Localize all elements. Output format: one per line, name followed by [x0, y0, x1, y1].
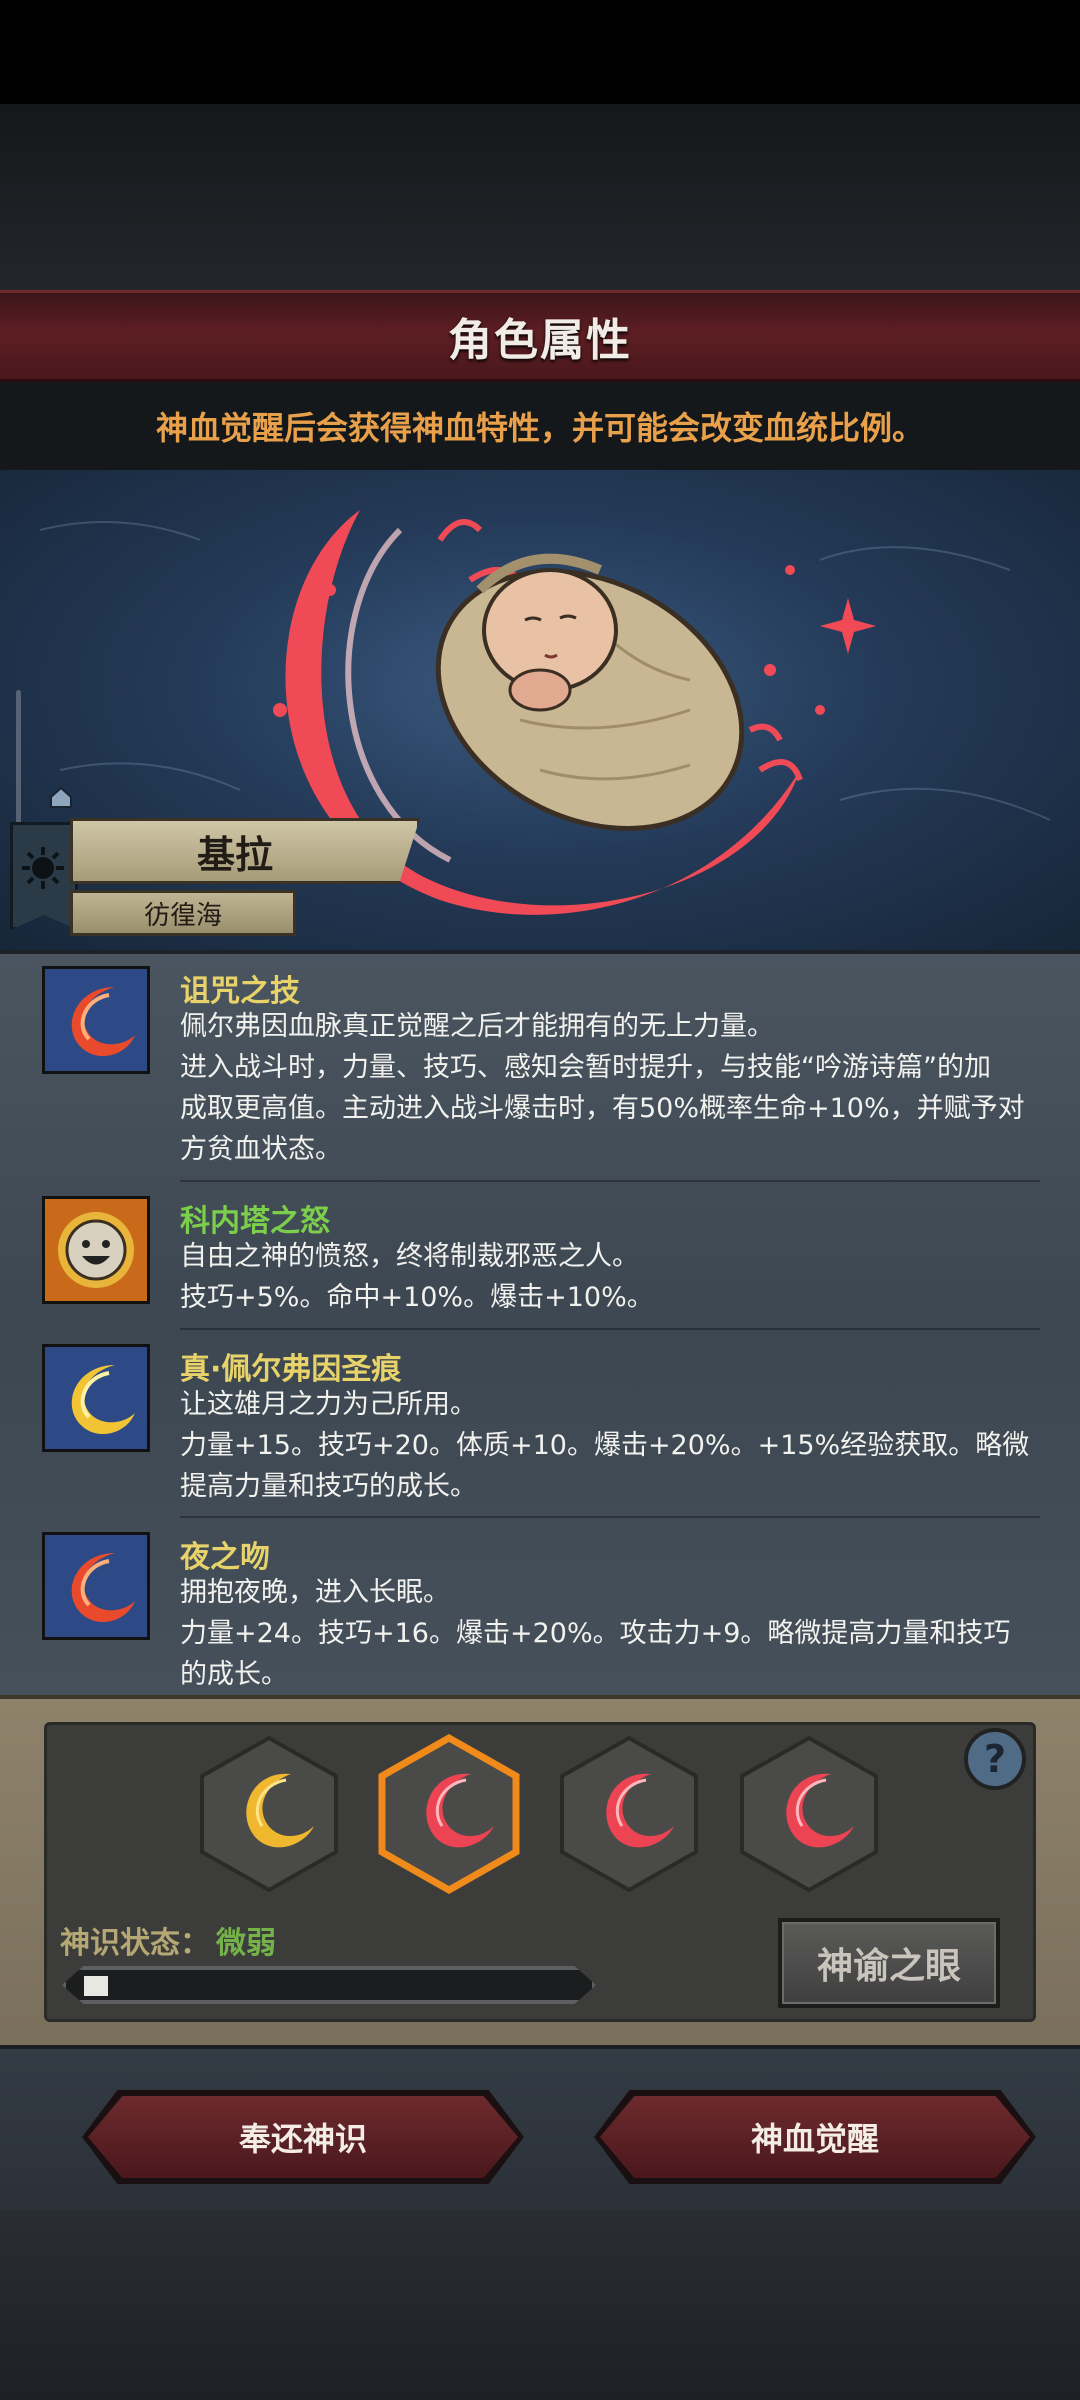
skill-line: 佩尔弗因血脉真正觉醒之后才能拥有的无上力量。 — [180, 1011, 774, 1042]
subtitle-bar: 神血觉醒后会获得神血特性，并可能会改变血统比例。 — [0, 382, 1080, 470]
page-subtitle: 神血觉醒后会获得神血特性，并可能会改变血统比例。 — [155, 409, 924, 447]
background-lower — [0, 2210, 1080, 2400]
skill-line: 自由之神的愤怒，终将制裁邪恶之人。 — [180, 1241, 639, 1272]
skill-line: 拥抱夜晚，进入长眠。 — [180, 1577, 450, 1608]
red-crescent-flame-icon — [42, 1532, 150, 1640]
divider — [180, 1180, 1040, 1182]
character-name: 基拉 — [196, 832, 273, 877]
divine-blood-awaken-button[interactable]: 神血觉醒 — [600, 2096, 1030, 2178]
skill-line: 方贫血状态。 — [180, 1134, 342, 1165]
skill-description: 让这雄月之力为己所用。 力量+15。技巧+20。体质+10。爆击+20%。+15… — [180, 1384, 1040, 1507]
skill-line: 进入战斗时，力量、技巧、感知会暂时提升，与技能“吟游诗篇”的加 — [180, 1052, 991, 1083]
character-name-plate: 基拉 — [70, 818, 420, 884]
skill-line: 技巧+5%。命中+10%。爆击+10%。 — [180, 1282, 654, 1313]
home-icon[interactable] — [48, 784, 74, 810]
background-upper — [0, 104, 1080, 294]
skill-description: 佩尔弗因血脉真正觉醒之后才能拥有的无上力量。 进入战斗时，力量、技巧、感知会暂时… — [180, 1006, 1040, 1170]
red-crescent-gem-slot[interactable] — [556, 1734, 702, 1894]
skill-description: 自由之神的愤怒，终将制裁邪恶之人。 技巧+5%。命中+10%。爆击+10%。 — [180, 1236, 1040, 1318]
red-crescent-flame-icon — [42, 966, 150, 1074]
divine-sense-status-value: 微弱 — [216, 1926, 276, 1961]
skill-line: 成取更高值。主动进入战斗爆击时，有50%概率生命+10%，并赋予对 — [180, 1093, 1025, 1124]
faction-sun-icon — [22, 847, 64, 889]
skill-line: 的成长。 — [180, 1659, 288, 1690]
gold-crescent-gem-slot[interactable] — [196, 1734, 342, 1894]
help-button[interactable]: ? — [964, 1728, 1026, 1790]
smiling-sun-icon — [42, 1196, 150, 1304]
skill-name: 夜之吻 — [180, 1540, 270, 1575]
skill-line: 让这雄月之力为己所用。 — [180, 1389, 477, 1420]
status-bar-area — [0, 0, 1080, 104]
skill-line: 力量+15。技巧+20。体质+10。爆击+20%。+15%经验获取。略微 — [180, 1430, 1030, 1461]
red-crescent-gem-slot[interactable] — [736, 1734, 882, 1894]
divine-sense-progress-bar — [62, 1966, 596, 2004]
gold-crescent-icon — [42, 1344, 150, 1452]
skill-name: 科内塔之怒 — [180, 1204, 330, 1239]
skill-name: 诅咒之技 — [180, 974, 300, 1009]
skill-line: 力量+24。技巧+16。爆击+20%。攻击力+9。略微提高力量和技巧 — [180, 1618, 1011, 1649]
skills-list[interactable]: 诅咒之技 佩尔弗因血脉真正觉醒之后才能拥有的无上力量。 进入战斗时，力量、技巧、… — [0, 950, 1080, 1695]
character-location-plate: 彷徨海 — [70, 890, 296, 936]
oracle-eye-button[interactable]: 神谕之眼 — [778, 1918, 1000, 2008]
question-mark-icon: ? — [983, 1737, 1007, 1781]
progress-fill — [84, 1976, 108, 1996]
return-divine-sense-button[interactable]: 奉还神识 — [88, 2096, 518, 2178]
title-bar: 角色属性 — [0, 290, 1080, 382]
skill-description: 拥抱夜晚，进入长眠。 力量+24。技巧+16。爆击+20%。攻击力+9。略微提高… — [180, 1572, 1040, 1695]
skill-name: 真·佩尔弗因圣痕 — [180, 1352, 402, 1387]
divider — [180, 1516, 1040, 1518]
red-crescent-gem-slot-selected[interactable] — [376, 1734, 522, 1894]
divine-sense-status-label: 神识状态： — [60, 1926, 210, 1961]
skill-line: 提高力量和技巧的成长。 — [180, 1471, 477, 1502]
character-location: 彷徨海 — [143, 900, 222, 931]
page-title: 角色属性 — [448, 315, 632, 366]
divider — [180, 1328, 1040, 1330]
